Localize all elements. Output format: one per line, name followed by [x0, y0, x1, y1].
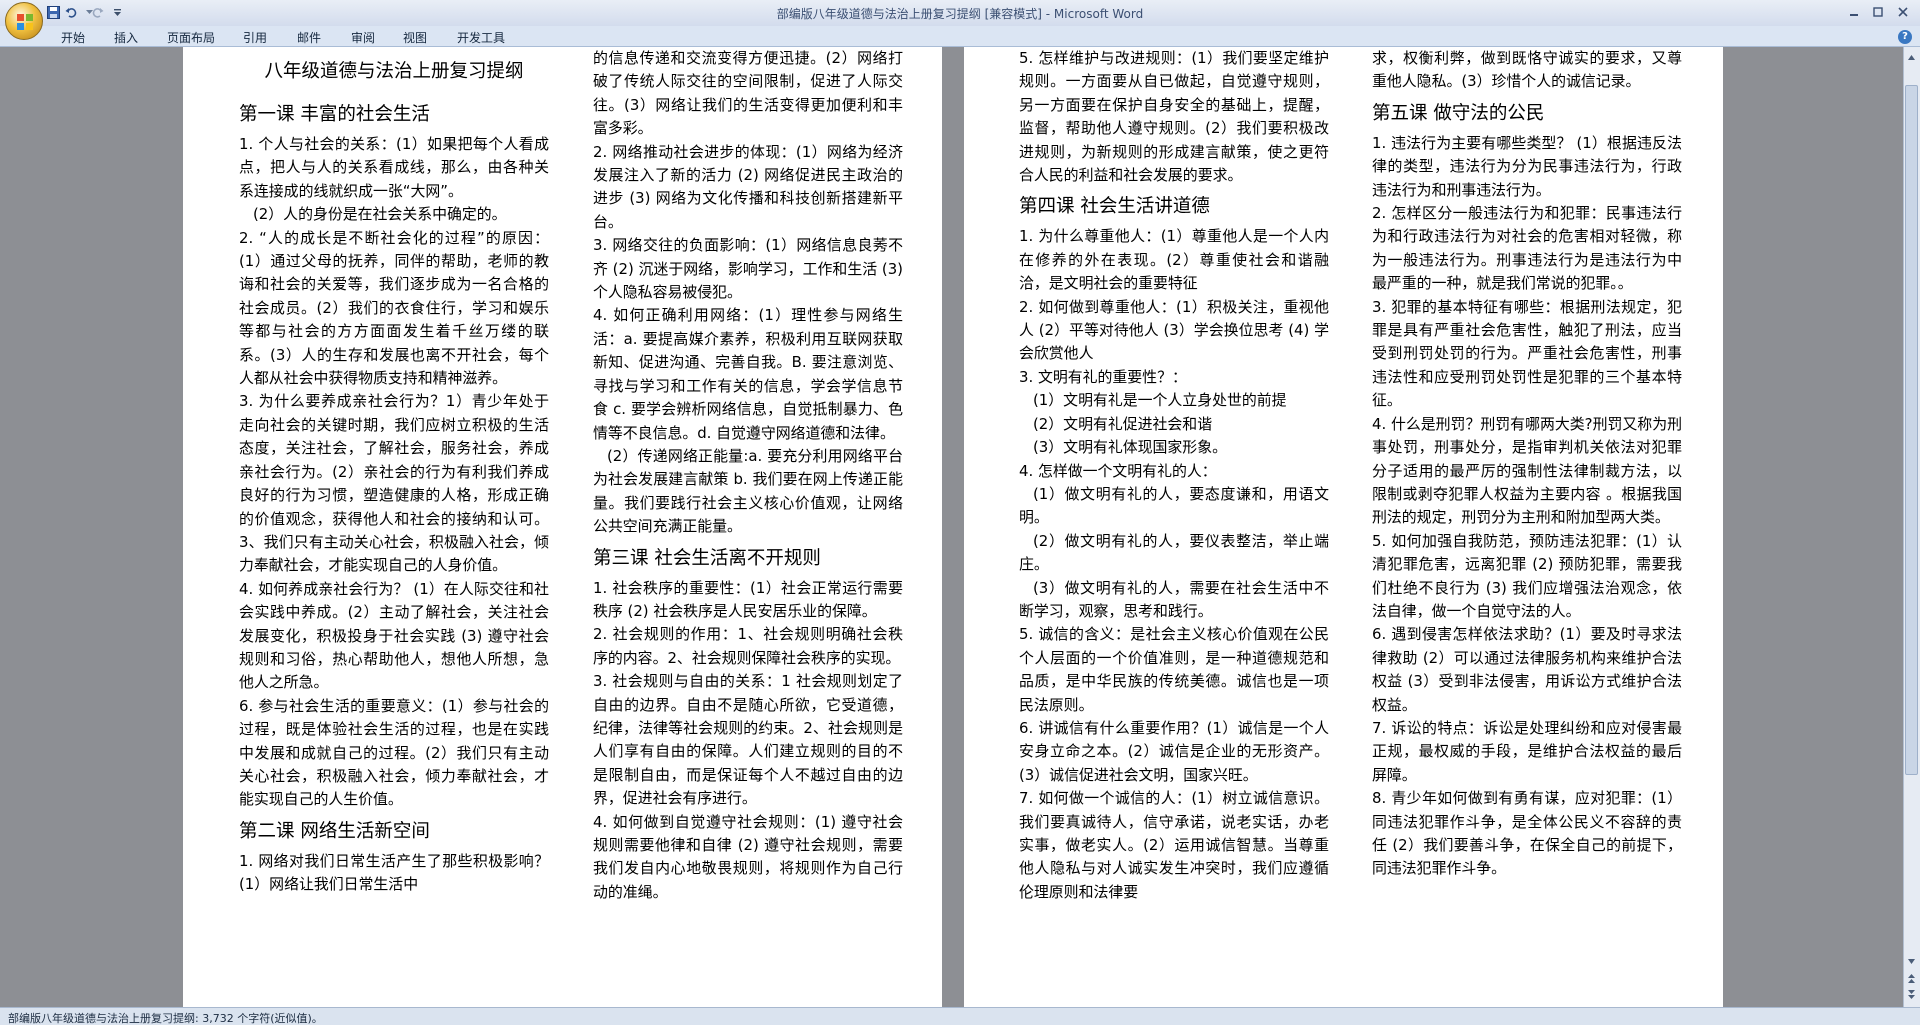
paragraph: 5. 怎样维护与改进规则：(1）我们要坚定维护规则。一方面要从自已做起，自觉遵守… — [1019, 49, 1329, 185]
chevron-down-icon — [1908, 959, 1915, 964]
window-title: 部编版八年级道德与法治上册复习提纲 [兼容模式] - Microsoft Wor… — [776, 7, 1144, 21]
lesson-heading: 第四课 社会生活讲道德 — [1019, 196, 1210, 218]
tab-view[interactable]: 视图 — [403, 29, 427, 46]
document-title: 八年级道德与法治上册复习提纲 — [264, 61, 524, 82]
lesson-heading: 第二课 网络生活新空间 — [239, 820, 430, 842]
ribbon-tab-bar: 开始 插入 页面布局 引用 邮件 审阅 视图 开发工具 — [0, 26, 1920, 47]
paragraph: 2. 社会规则的作用：1、社会规则明确社会秩序的内容。2、社会规则保障社会秩序的… — [593, 625, 903, 667]
paragraph: 的信息传递和交流变得方便迅捷。(2）网络打破了传统人际交往的空间限制，促进了人际… — [593, 49, 903, 138]
paragraph: (3）做文明有礼的人，需要在社会生活中不断学习，观察，思考和践行。 — [1019, 578, 1329, 620]
paragraph: 3. 社会规则与自由的关系：1 社会规则划定了自由的边界。自由不是随心所欲，它受… — [593, 672, 903, 808]
tab-developer[interactable]: 开发工具 — [457, 29, 505, 46]
paragraph: 4. 如何养成亲社会行为？ (1）在人际交往和社会实践中养成。(2）主动了解社会… — [239, 579, 549, 692]
paragraph: 3. 犯罪的基本特征有哪些：根据刑法规定，犯罪是具有严重社会危害性，触犯了刑法，… — [1372, 297, 1682, 410]
paragraph: 1. 社会秩序的重要性：(1）社会正常运行需要秩序 (2) 社会秩序是人民安居乐… — [593, 578, 903, 620]
close-button[interactable] — [1893, 3, 1913, 21]
paragraph: 4. 什么是刑罚？刑罚有哪两大类?刑罚又称为刑事处罚，刑事处分，是指审判机关依法… — [1372, 414, 1682, 527]
paragraph: 7. 诉讼的特点：诉讼是处理纠纷和应对侵害最正规，最权威的手段，是维护合法权益的… — [1372, 718, 1682, 784]
paragraph: 3. 网络交往的负面影响：(1）网络信息良莠不齐 (2) 沉迷于网络，影响学习，… — [593, 236, 903, 302]
paragraph: 1. 网络对我们日常生活产生了那些积极影响？ (1）网络让我们日常生活中 — [239, 851, 549, 894]
paragraph: 2. 怎样区分一般违法行为和犯罪：民事违法行为和行政违法行为对社会的危害相对轻微… — [1372, 204, 1682, 293]
double-chevron-up-icon — [1908, 974, 1915, 983]
paragraph: 1. 为什么尊重他人：(1）尊重他人是一个人内在修养的外在表现。(2）尊重使社会… — [1019, 227, 1329, 293]
paragraph: (1）文明有礼是一个人立身处世的前提 — [1033, 391, 1287, 410]
paragraph: 4. 怎样做一个文明有礼的人： — [1019, 461, 1217, 480]
paragraph: 求，权衡利弊，做到既恪守诚实的要求，又尊重他人隐私。(3）珍惜个人的诚信记录。 — [1372, 49, 1682, 91]
office-logo-icon — [17, 14, 33, 30]
lesson-heading: 第五课 做守法的公民 — [1372, 102, 1545, 124]
next-page-button[interactable] — [1905, 988, 1918, 1001]
previous-page-button[interactable] — [1905, 972, 1918, 985]
maximize-button[interactable] — [1868, 3, 1888, 21]
scroll-down-button[interactable] — [1905, 955, 1918, 968]
tab-insert[interactable]: 插入 — [114, 29, 138, 46]
paragraph: 5. 如何加强自我防范，预防违法犯罪：(1）认清犯罪危害，远离犯罪 (2) 预防… — [1372, 531, 1682, 620]
document-page-left: 八年级道德与法治上册复习提纲第一课 丰富的社会生活 1. 个人与社会的关系：(1）… — [183, 47, 942, 1007]
paragraph: 1. 违法行为主要有哪些类型？ (1）根据违反法律的类型，违法行为分为民事违法行… — [1372, 133, 1682, 199]
paragraph: 2. “人的成长是不断社会化的过程”的原因：(1）通过父母的抚养，同伴的帮助，老… — [239, 228, 549, 388]
lesson-heading: 第一课 丰富的社会生活 — [239, 104, 430, 125]
help-icon[interactable]: ? — [1898, 30, 1912, 44]
paragraph: 8. 青少年如何做到有勇有谋，应对犯罪：(1）同违法犯罪作斗争，是全体公民义不容… — [1372, 789, 1682, 878]
paragraph: 6. 讲诚信有什么重要作用？(1）诚信是一个人安身立命之本。(2）诚信是企业的无… — [1019, 718, 1329, 784]
paragraph: 4. 如何做到自觉遵守社会规则：(1) 遵守社会规则需要他律和自律 (2) 遵守… — [593, 812, 903, 901]
status-text: 部编版八年级道德与法治上册复习提纲: 3,732 个字符(近似值)。 — [8, 1012, 323, 1025]
maximize-icon — [1873, 7, 1883, 17]
tab-review[interactable]: 审阅 — [351, 29, 375, 46]
tab-mailings[interactable]: 邮件 — [297, 29, 321, 46]
paragraph: 2. 如何做到尊重他人：(1）积极关注，重视他人 (2）平等对待他人 (3）学会… — [1019, 297, 1329, 363]
paragraph: 2. 网络推动社会进步的体现：(1）网络为经济发展注入了新的活力 (2) 网络促… — [593, 142, 903, 231]
status-bar: 部编版八年级道德与法治上册复习提纲: 3,732 个字符(近似值)。 — [0, 1007, 1920, 1025]
minimize-icon — [1850, 14, 1858, 16]
paragraph: 7. 如何做一个诚信的人：(1）树立诚信意识。我们要真诚待人，信守承诺，说老实话… — [1019, 789, 1329, 901]
paragraph: 3. 文明有礼的重要性？： — [1019, 367, 1187, 386]
tab-page-layout[interactable]: 页面布局 — [167, 29, 215, 46]
paragraph: 5. 诚信的含义：是社会主义核心价值观在公民个人层面的一个价值准则，是一种道德规… — [1019, 625, 1329, 714]
paragraph: 4. 如何正确利用网络：(1）理性参与网络生活：a. 要提高媒介素养，积极利用互… — [593, 306, 903, 442]
text-column-3: 5. 怎样维护与改进规则：(1）我们要坚定维护规则。一方面要从自已做起，自觉遵守… — [1019, 47, 1329, 904]
paragraph: (3）文明有礼体现国家形象。 — [1033, 438, 1227, 457]
paragraph: 3. 为什么要养成亲社会行为？1）青少年处于走向社会的关键时期，我们应树立积极的… — [239, 392, 549, 575]
paragraph: (1）做文明有礼的人，要态度谦和，用语文明。 — [1019, 484, 1329, 527]
paragraph: 1. 个人与社会的关系：(1）如果把每个人看成点，把人与人的关系看成线，那么，由… — [239, 135, 549, 200]
text-column-1: 八年级道德与法治上册复习提纲第一课 丰富的社会生活 1. 个人与社会的关系：(1）… — [239, 47, 549, 897]
title-bar: 部编版八年级道德与法治上册复习提纲 [兼容模式] - Microsoft Wor… — [0, 0, 1920, 26]
paragraph: 6. 遇到侵害怎样依法求助？(1）要及时寻求法律救助 (2）可以通过法律服务机构… — [1372, 625, 1682, 714]
paragraph: (2）传递网络正能量:a. 要充分利用网络平台为社会发展建言献策 b. 我们要在… — [593, 446, 903, 536]
office-button[interactable] — [5, 2, 43, 40]
tab-home[interactable]: 开始 — [61, 29, 85, 46]
tab-references[interactable]: 引用 — [243, 29, 267, 46]
scroll-up-button[interactable] — [1905, 51, 1918, 64]
text-column-2: 的信息传递和交流变得方便迅捷。(2）网络打破了传统人际交往的空间限制，促进了人际… — [593, 47, 903, 904]
double-chevron-down-icon — [1908, 990, 1915, 999]
paragraph: (2）做文明有礼的人，要仪表整洁，举止端庄。 — [1019, 531, 1329, 574]
paragraph: (2）人的身份是在社会关系中确定的。 — [253, 205, 507, 224]
text-column-4: 求，权衡利弊，做到既恪守诚实的要求，又尊重他人隐私。(3）珍惜个人的诚信记录。第… — [1372, 47, 1682, 881]
close-icon — [1898, 7, 1908, 17]
chevron-up-icon — [1908, 55, 1915, 60]
lesson-heading: 第三课 社会生活离不开规则 — [593, 547, 821, 569]
document-page-right: 5. 怎样维护与改进规则：(1）我们要坚定维护规则。一方面要从自已做起，自觉遵守… — [964, 47, 1723, 1007]
scroll-thumb[interactable] — [1905, 85, 1918, 775]
paragraph: 6. 参与社会生活的重要意义：(1）参与社会的过程，既是体验社会生活的过程，也是… — [239, 696, 549, 809]
minimize-button[interactable] — [1844, 3, 1864, 21]
paragraph: (2）文明有礼促进社会和谐 — [1033, 414, 1213, 433]
